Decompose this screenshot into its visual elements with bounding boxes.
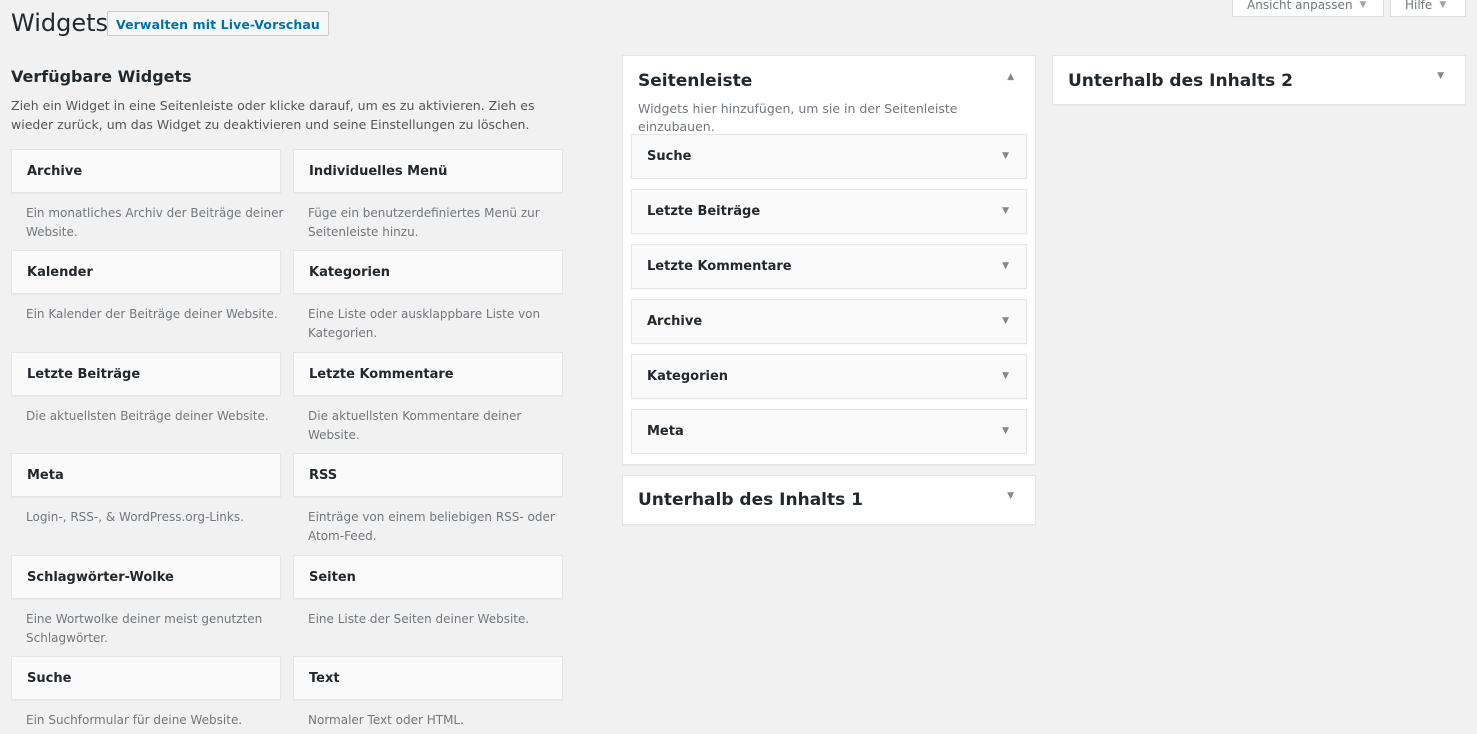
- widget-name: Archive: [27, 164, 83, 179]
- widget-card[interactable]: Archive: [11, 149, 281, 193]
- widget-card[interactable]: RSS: [293, 453, 563, 497]
- chevron-down-icon[interactable]: ▼: [1007, 491, 1014, 501]
- chevron-down-icon[interactable]: ▼: [1002, 190, 1009, 233]
- widget-description: Ein Suchformular für deine Website.: [26, 713, 243, 727]
- available-widgets-description: Zieh ein Widget in eine Seitenleiste ode…: [11, 98, 535, 132]
- widget-description: Die aktuellsten Kommentare deiner Websit…: [308, 409, 522, 442]
- available-widgets-title: Verfügbare Widgets: [11, 67, 192, 86]
- widget-description: Eine Wortwolke deiner meist genutzten Sc…: [26, 612, 263, 645]
- widget-card[interactable]: Kalender: [11, 250, 281, 294]
- below-content-1-title[interactable]: Unterhalb des Inhalts 1: [638, 488, 863, 512]
- chevron-down-icon[interactable]: ▼: [1002, 245, 1009, 288]
- chevron-down-icon[interactable]: ▼: [1002, 410, 1009, 453]
- widget-name: Individuelles Menü: [309, 164, 448, 179]
- widget-name: RSS: [309, 468, 338, 483]
- sidebar-widget-item[interactable]: Suche ▼: [631, 134, 1027, 179]
- widget-name: Meta: [27, 468, 64, 483]
- sidebar-widget-name: Suche: [647, 149, 692, 164]
- sidebar-widget-name: Meta: [647, 424, 684, 439]
- help-label: Hilfe: [1405, 0, 1433, 12]
- widget-card[interactable]: Letzte Beiträge: [11, 352, 281, 396]
- sidebar-widget-item[interactable]: Archive ▼: [631, 299, 1027, 344]
- below-content-1-panel: Unterhalb des Inhalts 1 ▼: [622, 475, 1036, 525]
- widget-name: Suche: [27, 671, 72, 686]
- widget-card[interactable]: Seiten: [293, 555, 563, 599]
- help-tab[interactable]: Hilfe ▼: [1390, 0, 1466, 17]
- widget-description: Ein Kalender der Beiträge deiner Website…: [26, 307, 278, 321]
- sidebar-widget-item[interactable]: Kategorien ▼: [631, 354, 1027, 399]
- widget-card[interactable]: Individuelles Menü: [293, 149, 563, 193]
- widget-card[interactable]: Suche: [11, 656, 281, 700]
- widget-name: Kategorien: [309, 265, 391, 280]
- sidebar-widget-name: Kategorien: [647, 369, 729, 384]
- page-title: Widgets: [11, 9, 109, 37]
- widget-name: Letzte Kommentare: [309, 367, 454, 382]
- widget-card[interactable]: Schlagwörter-Wolke: [11, 555, 281, 599]
- chevron-down-icon[interactable]: ▼: [1002, 300, 1009, 343]
- widget-description: Einträge von einem beliebigen RSS- oder …: [308, 510, 555, 543]
- sidebar-panel-title[interactable]: Seitenleiste: [638, 69, 752, 93]
- chevron-down-icon: ▼: [1359, 0, 1367, 10]
- screen-options-label: Ansicht anpassen: [1247, 0, 1353, 12]
- sidebar-panel-description: Widgets hier hinzufügen, um sie in der S…: [638, 101, 958, 134]
- widget-card[interactable]: Kategorien: [293, 250, 563, 294]
- screen-options-tab[interactable]: Ansicht anpassen ▼: [1232, 0, 1384, 17]
- widget-name: Text: [309, 671, 340, 686]
- widget-description: Eine Liste der Seiten deiner Website.: [308, 612, 530, 626]
- widget-name: Schlagwörter-Wolke: [27, 570, 174, 585]
- sidebar-widget-item[interactable]: Letzte Kommentare ▼: [631, 244, 1027, 289]
- widget-description: Normaler Text oder HTML.: [308, 713, 464, 727]
- sidebar-widget-name: Archive: [647, 314, 703, 329]
- chevron-down-icon[interactable]: ▼: [1437, 71, 1444, 81]
- below-content-2-title[interactable]: Unterhalb des Inhalts 2: [1068, 69, 1293, 93]
- widget-description: Ein monatliches Archiv der Beiträge dein…: [26, 206, 284, 239]
- widget-description: Die aktuellsten Beiträge deiner Website.: [26, 409, 269, 423]
- sidebar-panel: Seitenleiste ▲ Widgets hier hinzufügen, …: [622, 55, 1036, 465]
- widget-name: Letzte Beiträge: [27, 367, 141, 382]
- chevron-down-icon[interactable]: ▼: [1002, 135, 1009, 178]
- live-preview-button[interactable]: Verwalten mit Live-Vorschau: [107, 11, 329, 36]
- chevron-up-icon[interactable]: ▲: [1007, 72, 1014, 82]
- sidebar-widget-item[interactable]: Meta ▼: [631, 409, 1027, 454]
- widget-card[interactable]: Meta: [11, 453, 281, 497]
- chevron-down-icon[interactable]: ▼: [1002, 355, 1009, 398]
- widget-card[interactable]: Letzte Kommentare: [293, 352, 563, 396]
- below-content-2-panel: Unterhalb des Inhalts 2 ▼: [1052, 55, 1466, 105]
- widget-description: Login-, RSS-, & WordPress.org-Links.: [26, 510, 244, 524]
- widget-name: Seiten: [309, 570, 356, 585]
- sidebar-widget-name: Letzte Beiträge: [647, 204, 761, 219]
- sidebar-widget-item[interactable]: Letzte Beiträge ▼: [631, 189, 1027, 234]
- sidebar-widget-name: Letzte Kommentare: [647, 259, 792, 274]
- widget-description: Eine Liste oder ausklappbare Liste von K…: [308, 307, 541, 340]
- widget-card[interactable]: Text: [293, 656, 563, 700]
- widget-name: Kalender: [27, 265, 93, 280]
- chevron-down-icon: ▼: [1439, 0, 1447, 10]
- widget-description: Füge ein benutzerdefiniertes Menü zur Se…: [308, 206, 540, 239]
